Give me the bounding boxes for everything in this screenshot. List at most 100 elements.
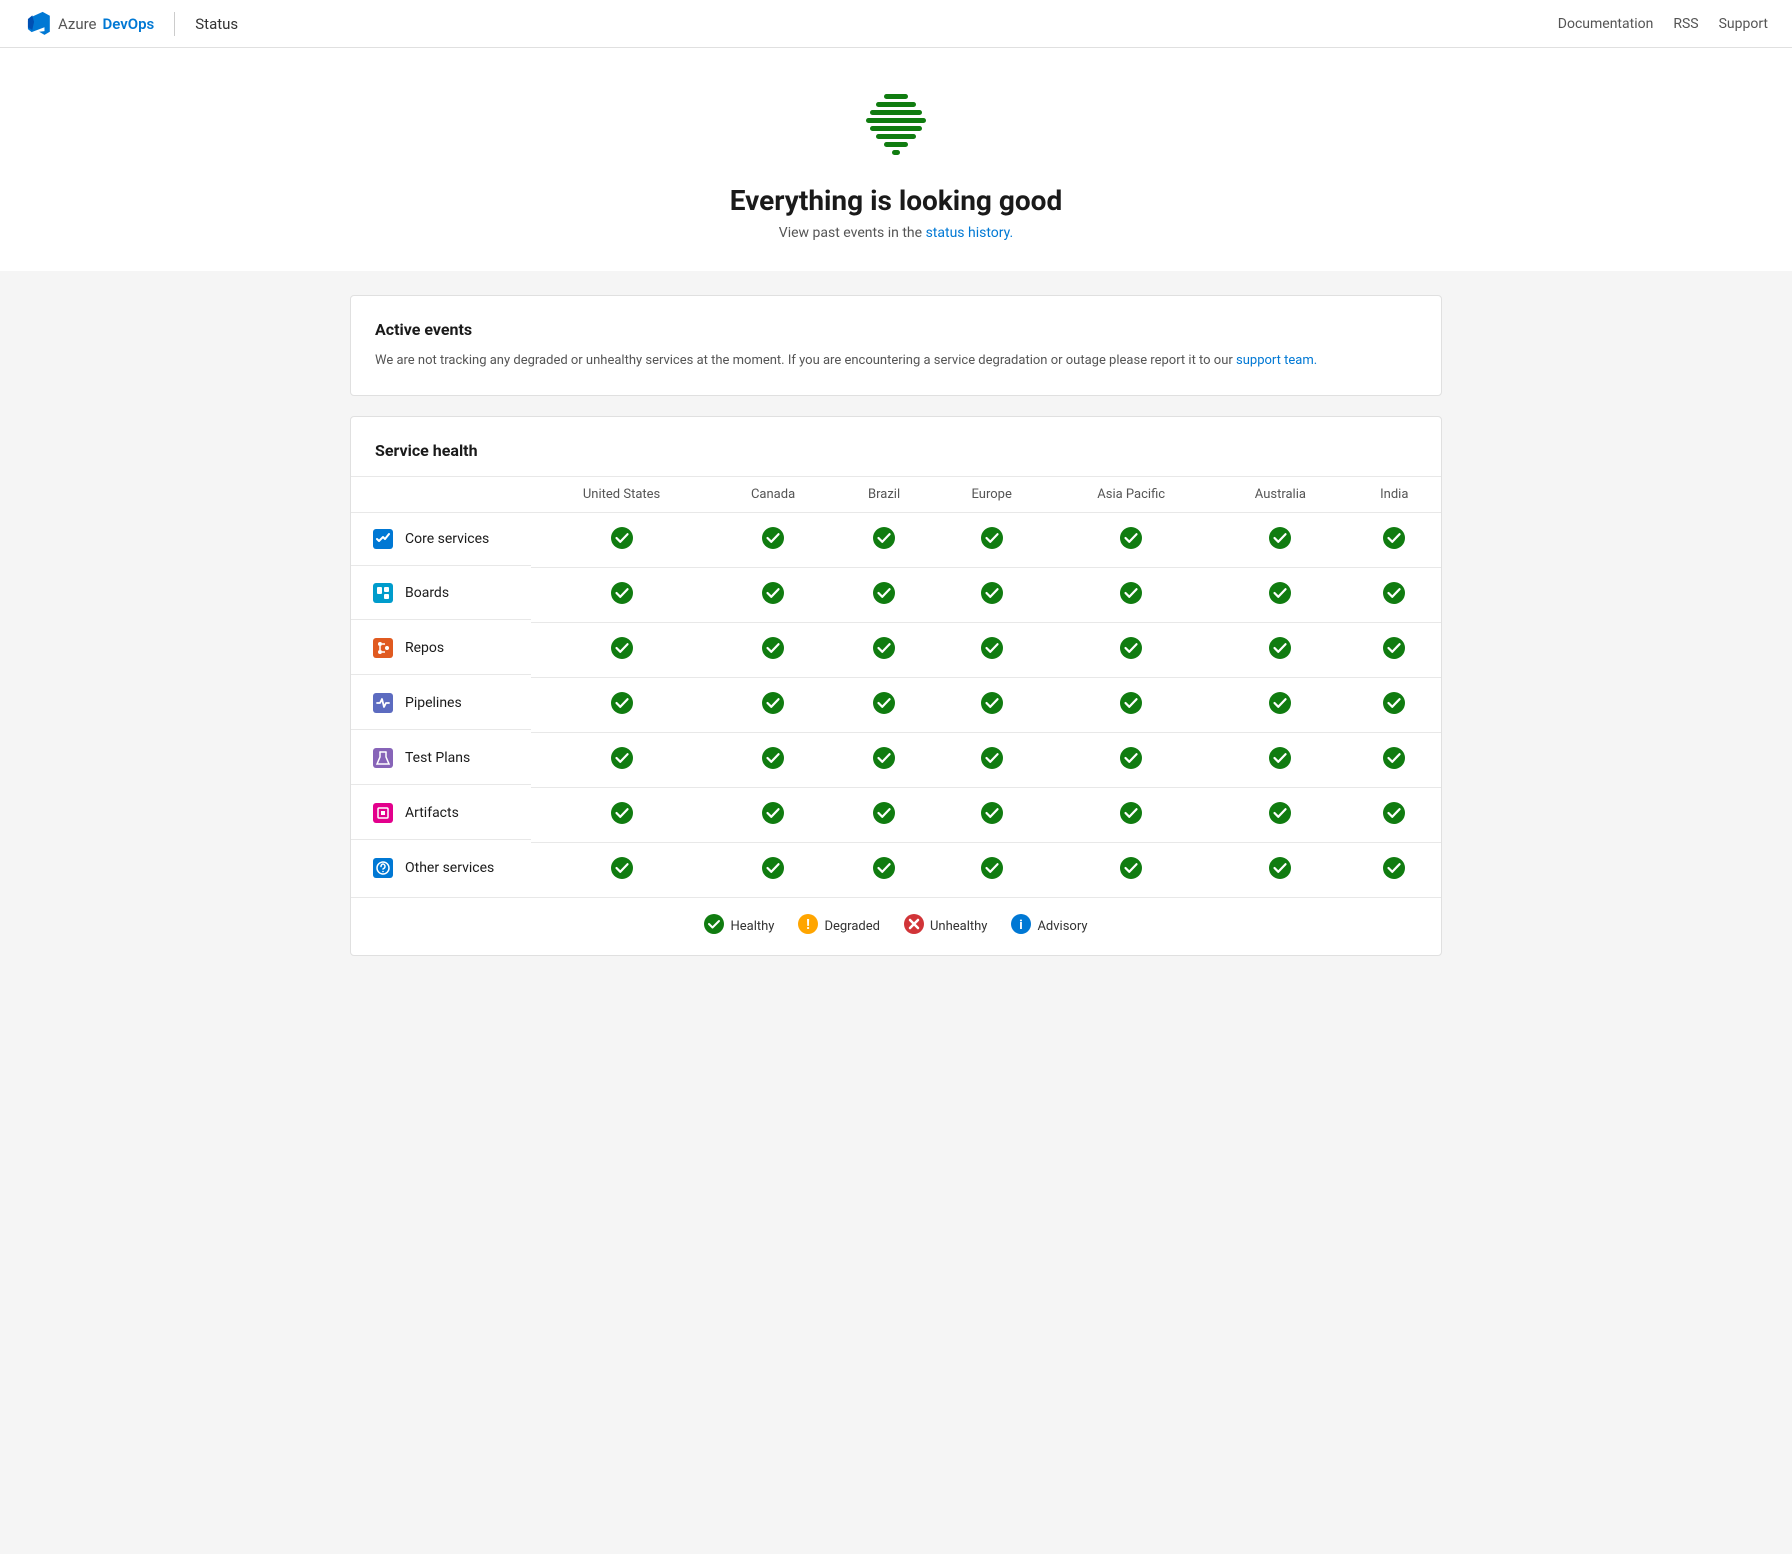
azure-devops-logo-icon xyxy=(24,10,52,38)
check-icon xyxy=(762,592,784,608)
status-cell-testplans-col2 xyxy=(834,732,934,787)
status-cell-testplans-col6 xyxy=(1348,732,1441,787)
check-icon xyxy=(873,812,895,828)
status-cell-core-col6 xyxy=(1348,512,1441,567)
status-cell-other-col3 xyxy=(934,842,1049,897)
header: Azure DevOps Status Documentation RSS Su… xyxy=(0,0,1792,48)
status-cell-core-col2 xyxy=(834,512,934,567)
check-icon xyxy=(873,757,895,773)
legend-healthy: Healthy xyxy=(704,914,774,939)
status-history-link[interactable]: status history. xyxy=(926,225,1014,241)
hero-title: Everything is looking good xyxy=(20,184,1772,217)
check-icon xyxy=(981,537,1003,553)
check-icon xyxy=(1383,647,1405,663)
table-row: Test Plans xyxy=(351,732,1441,787)
col-india: India xyxy=(1348,476,1441,512)
status-cell-artifacts-col6 xyxy=(1348,787,1441,842)
service-label: Artifacts xyxy=(405,805,459,821)
status-cell-testplans-col5 xyxy=(1213,732,1347,787)
status-cell-testplans-col0 xyxy=(531,732,712,787)
check-icon xyxy=(1120,757,1142,773)
healthy-icon xyxy=(704,914,724,939)
status-cell-pipelines-col2 xyxy=(834,677,934,732)
service-label: Test Plans xyxy=(405,750,470,766)
status-cell-boards-col1 xyxy=(712,567,834,622)
check-icon xyxy=(1383,537,1405,553)
check-icon xyxy=(873,867,895,883)
status-cell-artifacts-col0 xyxy=(531,787,712,842)
check-icon xyxy=(981,592,1003,608)
status-cell-repos-col4 xyxy=(1049,622,1213,677)
status-cell-other-col5 xyxy=(1213,842,1347,897)
status-cell-core-col5 xyxy=(1213,512,1347,567)
status-cell-core-col3 xyxy=(934,512,1049,567)
healthy-label: Healthy xyxy=(730,919,774,934)
status-cell-core-col4 xyxy=(1049,512,1213,567)
check-icon xyxy=(1383,592,1405,608)
col-canada: Canada xyxy=(712,476,834,512)
degraded-icon: ! xyxy=(798,914,818,939)
status-cell-repos-col3 xyxy=(934,622,1049,677)
check-icon xyxy=(611,812,633,828)
status-cell-pipelines-col0 xyxy=(531,677,712,732)
col-brazil: Brazil xyxy=(834,476,934,512)
check-icon xyxy=(762,537,784,553)
col-australia: Australia xyxy=(1213,476,1347,512)
check-icon xyxy=(1269,537,1291,553)
status-cell-testplans-col4 xyxy=(1049,732,1213,787)
check-icon xyxy=(981,867,1003,883)
check-icon xyxy=(1383,812,1405,828)
check-icon xyxy=(1269,867,1291,883)
col-asia: Asia Pacific xyxy=(1049,476,1213,512)
nav-support[interactable]: Support xyxy=(1719,16,1768,32)
service-name-testplans: Test Plans xyxy=(351,732,531,785)
status-cell-artifacts-col3 xyxy=(934,787,1049,842)
status-cell-boards-col4 xyxy=(1049,567,1213,622)
advisory-label: Advisory xyxy=(1037,919,1087,934)
status-cell-core-col1 xyxy=(712,512,834,567)
table-row: Pipelines xyxy=(351,677,1441,732)
check-icon xyxy=(873,647,895,663)
svg-text:!: ! xyxy=(807,917,811,933)
unhealthy-label: Unhealthy xyxy=(930,919,987,934)
status-cell-repos-col5 xyxy=(1213,622,1347,677)
status-cell-boards-col5 xyxy=(1213,567,1347,622)
status-cell-artifacts-col1 xyxy=(712,787,834,842)
nav-documentation[interactable]: Documentation xyxy=(1558,16,1654,32)
service-name-repos: Repos xyxy=(351,622,531,675)
service-name-pipelines: Pipelines xyxy=(351,677,531,730)
check-icon xyxy=(981,812,1003,828)
service-label: Pipelines xyxy=(405,695,462,711)
boards-icon xyxy=(371,581,395,605)
active-events-card: Active events We are not tracking any de… xyxy=(350,295,1442,396)
check-icon xyxy=(1383,867,1405,883)
check-icon xyxy=(1120,537,1142,553)
check-icon xyxy=(611,702,633,718)
table-row: Other services xyxy=(351,842,1441,897)
status-cell-testplans-col3 xyxy=(934,732,1049,787)
status-cell-other-col0 xyxy=(531,842,712,897)
check-icon xyxy=(1383,757,1405,773)
check-icon xyxy=(1120,812,1142,828)
header-nav: Documentation RSS Support xyxy=(1558,16,1768,32)
table-row: Artifacts xyxy=(351,787,1441,842)
status-cell-repos-col0 xyxy=(531,622,712,677)
active-events-text: We are not tracking any degraded or unhe… xyxy=(375,353,1233,368)
legend: Healthy ! Degraded Unhealthy i Advisory xyxy=(351,897,1441,955)
nav-rss[interactable]: RSS xyxy=(1673,16,1698,32)
service-label: Boards xyxy=(405,585,449,601)
status-cell-pipelines-col6 xyxy=(1348,677,1441,732)
check-icon xyxy=(1120,647,1142,663)
unhealthy-icon xyxy=(904,914,924,939)
service-label: Repos xyxy=(405,640,444,656)
status-cell-repos-col1 xyxy=(712,622,834,677)
check-icon xyxy=(873,537,895,553)
check-icon xyxy=(762,757,784,773)
table-row: Core services xyxy=(351,512,1441,567)
table-row: Boards xyxy=(351,567,1441,622)
status-cell-pipelines-col5 xyxy=(1213,677,1347,732)
check-icon xyxy=(611,867,633,883)
degraded-label: Degraded xyxy=(824,919,880,934)
support-team-link[interactable]: support team. xyxy=(1236,353,1317,368)
status-cell-boards-col0 xyxy=(531,567,712,622)
